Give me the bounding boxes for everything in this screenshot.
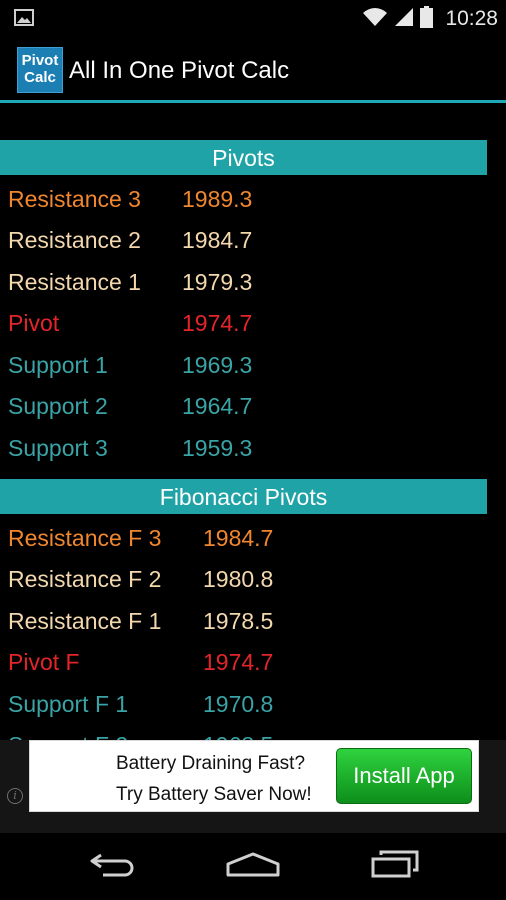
- home-button[interactable]: [198, 833, 308, 900]
- fibonacci-section-header: Fibonacci Pivots: [0, 479, 487, 514]
- app-logo-text-line2: Calc: [24, 69, 56, 86]
- row-label: Resistance 2: [8, 227, 141, 253]
- row-label: Support F 1: [8, 691, 129, 717]
- recent-apps-icon: [371, 850, 419, 883]
- row-label: Resistance 1: [8, 269, 141, 295]
- app-title: All In One Pivot Calc: [69, 57, 290, 84]
- list-item-resistance-f-3: Resistance F 3 1984.7: [0, 518, 487, 559]
- list-item-support-1: Support 1 1969.3: [0, 345, 487, 386]
- list-item-support-f-1: Support F 1 1970.8: [0, 684, 487, 725]
- pivots-section-header: Pivots: [0, 140, 487, 175]
- list-item-support-2: Support 2 1964.7: [0, 386, 487, 427]
- row-label: Resistance F 3: [8, 525, 162, 551]
- row-value: 1959.3: [182, 435, 253, 461]
- list-item-resistance-f-1: Resistance F 1 1978.5: [0, 601, 487, 642]
- row-value: 1970.8: [203, 691, 274, 717]
- list-item-resistance-1: Resistance 1 1979.3: [0, 262, 487, 303]
- ad-banner[interactable]: Battery Draining Fast? Try Battery Saver…: [29, 740, 479, 812]
- app-logo-icon[interactable]: Pivot Calc: [17, 47, 63, 93]
- pivot-results-list[interactable]: Pivots Resistance 3 1989.3 Resistance 2 …: [0, 103, 506, 740]
- list-item-pivot-f: Pivot F 1974.7: [0, 642, 487, 683]
- status-icons: 10:28: [362, 0, 498, 38]
- ad-area: i Battery Draining Fast? Try Battery Sav…: [0, 740, 506, 833]
- list-item-pivot: Pivot 1974.7: [0, 303, 487, 344]
- row-value: 1989.3: [182, 186, 253, 212]
- status-time: 10:28: [445, 7, 498, 30]
- row-value: 1979.3: [182, 269, 253, 295]
- row-value: 1964.7: [182, 393, 253, 419]
- row-value: 1984.7: [203, 525, 274, 551]
- ad-headline: Battery Draining Fast?: [116, 753, 306, 774]
- navigation-bar: [0, 833, 506, 900]
- status-bar: 10:28: [0, 0, 506, 38]
- app-logo-text-line1: Pivot: [21, 52, 59, 69]
- ad-info-icon[interactable]: i: [7, 788, 23, 804]
- row-label: Pivot F: [8, 649, 80, 675]
- image-notification-icon: [14, 9, 34, 26]
- row-label: Support F 2: [8, 725, 128, 740]
- ad-subline: Try Battery Saver Now!: [116, 784, 312, 805]
- row-label: Pivot: [8, 310, 60, 336]
- row-value: 1974.7: [203, 649, 274, 675]
- row-label: Resistance F 1: [8, 608, 162, 634]
- wifi-icon: [362, 7, 388, 32]
- list-item-resistance-3: Resistance 3 1989.3: [0, 179, 487, 220]
- home-icon: [225, 851, 281, 882]
- back-icon: [89, 851, 137, 882]
- row-value: 1974.7: [182, 310, 253, 336]
- row-label: Support 3: [8, 435, 108, 461]
- row-value: 1969.3: [182, 352, 253, 378]
- list-item-resistance-2: Resistance 2 1984.7: [0, 220, 487, 261]
- row-value: 1980.8: [203, 566, 274, 592]
- recent-apps-button[interactable]: [340, 833, 450, 900]
- signal-icon: [394, 7, 414, 32]
- back-button[interactable]: [58, 833, 168, 900]
- row-label: Resistance 3: [8, 186, 141, 212]
- row-label: Support 1: [8, 352, 108, 378]
- list-item-resistance-f-2: Resistance F 2 1980.8: [0, 559, 487, 600]
- battery-icon: [420, 5, 434, 33]
- list-item-support-f-2: Support F 2 1968.5: [0, 725, 487, 740]
- row-label: Resistance F 2: [8, 566, 162, 592]
- row-value: 1968.5: [203, 725, 273, 740]
- app-screen: 10:28 Pivot Calc All In One Pivot Calc P…: [0, 0, 506, 900]
- row-value: 1984.7: [182, 227, 253, 253]
- list-item-support-3: Support 3 1959.3: [0, 428, 487, 469]
- row-label: Support 2: [8, 393, 108, 419]
- action-bar: Pivot Calc All In One Pivot Calc: [0, 38, 506, 100]
- ad-install-button[interactable]: Install App: [336, 748, 472, 804]
- row-value: 1978.5: [203, 608, 274, 634]
